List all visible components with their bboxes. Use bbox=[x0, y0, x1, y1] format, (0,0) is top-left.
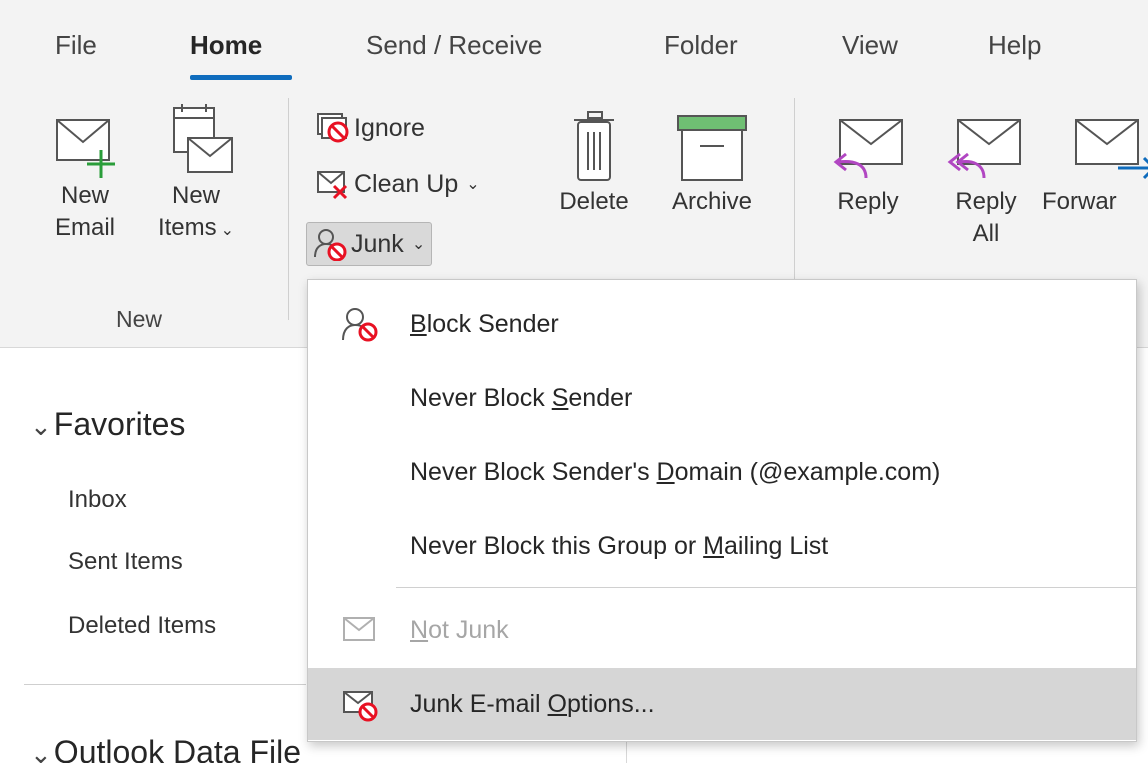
menu-separator bbox=[396, 587, 1136, 588]
never-block-domain-label: Never Block Sender's Domain (@example.co… bbox=[410, 457, 941, 486]
menu-item-not-junk: Not Junk bbox=[308, 594, 1136, 666]
chevron-down-icon: ⌄ bbox=[411, 236, 426, 253]
nav-item-sent-items[interactable]: Sent Items bbox=[68, 548, 183, 576]
clean-up-button[interactable]: Clean Up ⌄ bbox=[310, 162, 486, 206]
archive-label: Archive bbox=[671, 188, 753, 215]
never-block-sender-label: Never Block Sender bbox=[410, 383, 633, 412]
never-block-group-label: Never Block this Group or Mailing List bbox=[410, 531, 829, 560]
favorites-label: Favorites bbox=[53, 406, 186, 442]
ignore-button[interactable]: Ignore bbox=[310, 106, 431, 150]
new-group-label: New bbox=[116, 306, 163, 332]
forward-label: Forwar bbox=[1042, 188, 1117, 215]
nav-item-inbox[interactable]: Inbox bbox=[68, 486, 127, 514]
navigation-pane: ⌄Favorites Inbox Sent Items Deleted Item… bbox=[0, 348, 306, 763]
junk-dropdown-menu: Block Sender Never Block Sender Never Bl… bbox=[307, 279, 1137, 742]
outlook-data-file-label: Outlook Data File bbox=[53, 734, 302, 763]
menu-item-never-block-domain[interactable]: Never Block Sender's Domain (@example.co… bbox=[308, 436, 1136, 508]
new-email-label-1: New bbox=[60, 182, 109, 209]
reply-all-icon bbox=[947, 119, 1021, 179]
not-junk-label: Not Junk bbox=[410, 615, 509, 644]
menu-item-block-sender[interactable]: Block Sender bbox=[308, 288, 1136, 360]
tab-file[interactable]: File bbox=[55, 30, 97, 61]
chevron-down-icon: ⌄ bbox=[30, 739, 52, 763]
menu-item-never-block-group[interactable]: Never Block this Group or Mailing List bbox=[308, 510, 1136, 582]
clean-up-icon bbox=[317, 171, 348, 200]
delete-button[interactable]: Delete bbox=[548, 110, 640, 218]
reply-all-label-1: Reply bbox=[955, 188, 1017, 215]
new-items-label-1: New bbox=[171, 182, 220, 209]
archive-button[interactable]: Archive bbox=[652, 110, 772, 218]
forward-icon bbox=[1075, 119, 1148, 180]
favorites-header[interactable]: ⌄Favorites bbox=[30, 406, 185, 443]
tab-help[interactable]: Help bbox=[988, 30, 1041, 61]
nav-item-deleted-items[interactable]: Deleted Items bbox=[68, 612, 216, 640]
clean-up-label: Clean Up bbox=[354, 169, 459, 198]
nav-divider bbox=[24, 684, 306, 685]
chevron-down-icon: ⌄ bbox=[30, 411, 52, 441]
reply-all-label-2: All bbox=[972, 220, 1000, 247]
tab-send-receive[interactable]: Send / Receive bbox=[366, 30, 542, 61]
block-sender-label: Block Sender bbox=[410, 309, 559, 338]
junk-icon bbox=[314, 229, 347, 261]
tab-home[interactable]: Home bbox=[190, 30, 262, 61]
reply-icon bbox=[833, 119, 903, 179]
ignore-icon bbox=[317, 113, 349, 143]
menu-item-junk-email-options[interactable]: Junk E-mail Options... bbox=[308, 668, 1136, 740]
block-sender-icon bbox=[342, 308, 378, 342]
reply-all-button[interactable]: Reply All bbox=[936, 110, 1036, 250]
reply-button[interactable]: Reply bbox=[818, 110, 918, 218]
junk-email-options-label: Junk E-mail Options... bbox=[410, 689, 655, 718]
ribbon-tab-bar: File Home Send / Receive Folder View Hel… bbox=[0, 0, 1148, 92]
ignore-label: Ignore bbox=[354, 113, 425, 142]
envelope-icon bbox=[343, 617, 375, 641]
junk-label: Junk bbox=[351, 229, 404, 258]
delete-label: Delete bbox=[559, 188, 629, 215]
tab-view[interactable]: View bbox=[842, 30, 898, 61]
active-tab-indicator bbox=[190, 75, 292, 80]
new-email-icon bbox=[56, 119, 115, 178]
menu-item-never-block-sender[interactable]: Never Block Sender bbox=[308, 362, 1136, 434]
outlook-data-file-header[interactable]: ⌄Outlook Data File bbox=[30, 734, 301, 763]
junk-button[interactable]: Junk ⌄ bbox=[306, 222, 433, 266]
new-email-label-2: Email bbox=[54, 214, 115, 241]
forward-button[interactable]: Forwar bbox=[1040, 110, 1148, 218]
reply-label: Reply bbox=[837, 188, 899, 215]
new-items-icon bbox=[173, 104, 233, 173]
junk-options-icon bbox=[343, 691, 378, 722]
trash-icon bbox=[574, 111, 614, 181]
new-items-button[interactable]: New Items ⌄ bbox=[146, 102, 246, 247]
chevron-down-icon: ⌄ bbox=[220, 222, 235, 239]
archive-icon bbox=[677, 115, 747, 181]
chevron-down-icon: ⌄ bbox=[466, 176, 480, 193]
tab-folder[interactable]: Folder bbox=[664, 30, 738, 61]
new-items-label-2: Items ⌄ bbox=[157, 214, 235, 241]
new-email-button[interactable]: New Email bbox=[42, 110, 128, 244]
group-divider bbox=[288, 98, 289, 320]
